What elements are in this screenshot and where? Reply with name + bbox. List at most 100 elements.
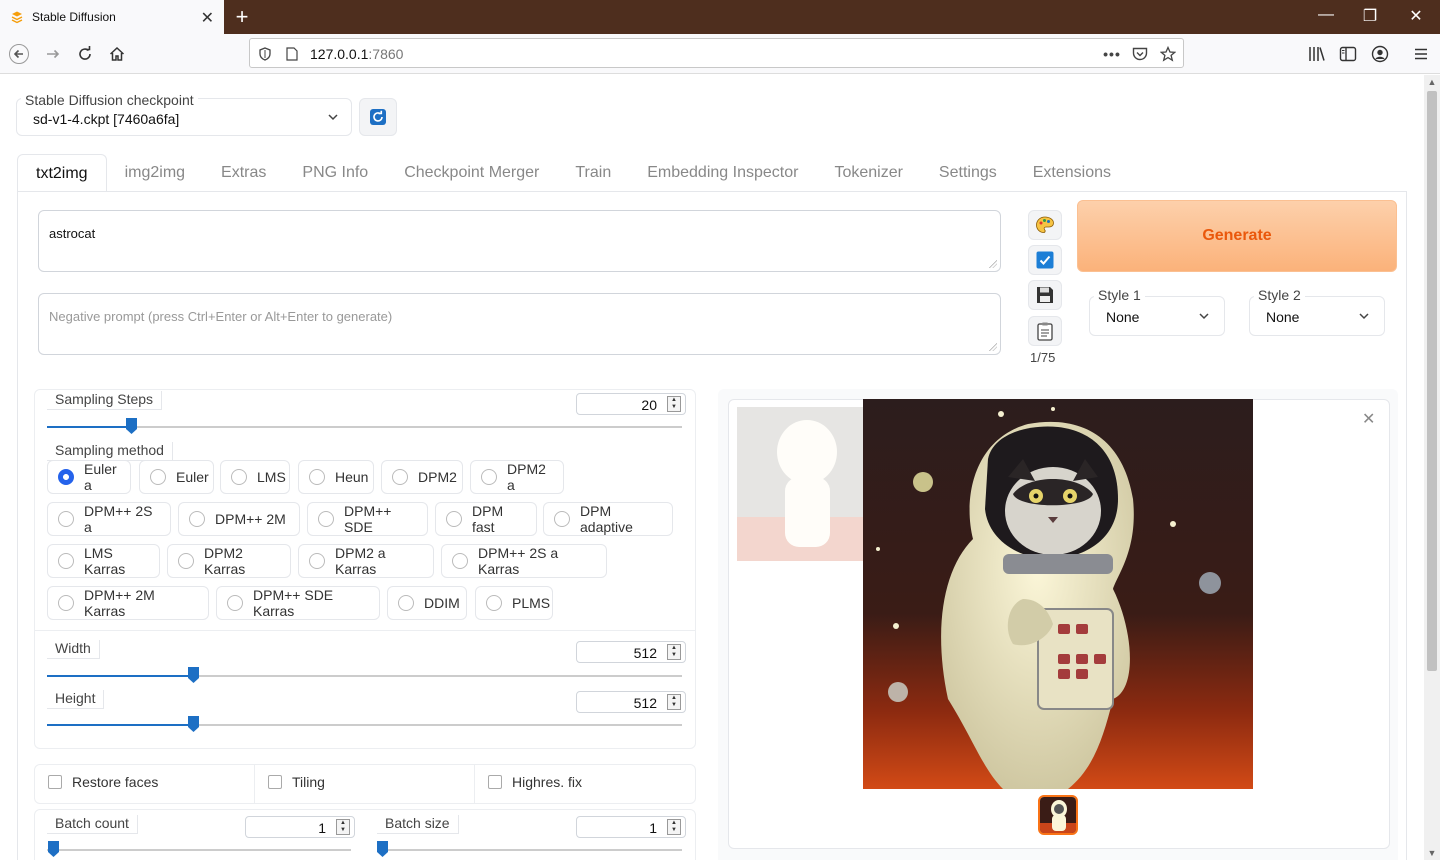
radio-dpmpp-sde-karras[interactable]: DPM++ SDE Karras (216, 586, 380, 620)
tiling-checkbox[interactable]: Tiling (268, 774, 325, 790)
tab-extensions[interactable]: Extensions (1015, 154, 1129, 192)
prompt-input[interactable]: astrocat (38, 210, 1001, 272)
tab-panel-border-right (1406, 191, 1407, 860)
scrollbar-thumb[interactable] (1427, 91, 1437, 671)
apply-style-button[interactable] (1028, 316, 1062, 346)
tab-txt2img[interactable]: txt2img (17, 154, 107, 192)
width-input[interactable]: 512 ▲ ▼ (576, 641, 686, 663)
generated-image[interactable] (863, 399, 1253, 789)
tab-png-info[interactable]: PNG Info (284, 154, 386, 192)
spinner-icon[interactable]: ▲ ▼ (667, 396, 681, 412)
resize-grip-icon[interactable] (989, 260, 997, 268)
save-style-button[interactable] (1028, 280, 1062, 310)
vertical-scrollbar[interactable]: ▲ ▼ (1424, 75, 1440, 860)
radio-plms[interactable]: PLMS (475, 586, 553, 620)
radio-ddim[interactable]: DDIM (387, 586, 467, 620)
back-icon[interactable] (6, 41, 32, 67)
tab-train[interactable]: Train (557, 154, 629, 192)
radio-label: DPM++ 2S a (84, 503, 153, 535)
browser-tab[interactable]: Stable Diffusion ✕ (0, 0, 224, 34)
spinner-icon[interactable]: ▲ ▼ (667, 694, 681, 710)
sampling-steps-input[interactable]: 20 ▲ ▼ (576, 393, 686, 415)
radio-dpm2-a-karras[interactable]: DPM2 a Karras (298, 544, 434, 578)
height-slider-handle[interactable] (188, 716, 199, 732)
address-bar[interactable]: 127.0.0.1:7860 ••• (249, 38, 1184, 68)
read-params-button[interactable] (1028, 245, 1062, 275)
radio-dpmpp-2s-a-karras[interactable]: DPM++ 2S a Karras (441, 544, 607, 578)
negative-prompt-input[interactable]: Negative prompt (press Ctrl+Enter or Alt… (38, 293, 1001, 355)
highres-fix-checkbox[interactable]: Highres. fix (488, 774, 582, 790)
radio-label: LMS (257, 469, 286, 485)
interrogate-button[interactable] (1028, 210, 1062, 240)
close-tab-icon[interactable]: ✕ (201, 8, 214, 28)
tab-settings[interactable]: Settings (921, 154, 1015, 192)
radio-lms-karras[interactable]: LMS Karras (47, 544, 160, 578)
home-icon[interactable] (104, 41, 130, 67)
bookmark-star-icon[interactable] (1158, 44, 1178, 64)
style2-dropdown[interactable]: Style 2 None (1249, 287, 1385, 336)
webui-page: Stable Diffusion checkpoint sd-v1-4.ckpt… (0, 75, 1424, 860)
restore-faces-checkbox[interactable]: Restore faces (48, 774, 158, 790)
tab-embedding-inspector[interactable]: Embedding Inspector (629, 154, 816, 192)
selected-thumbnail[interactable] (1038, 795, 1078, 835)
radio-dpm-adaptive[interactable]: DPM adaptive (543, 502, 673, 536)
spinner-icon[interactable]: ▲ ▼ (667, 644, 681, 660)
sampling-steps-slider-handle[interactable] (126, 418, 137, 434)
tab-tokenizer[interactable]: Tokenizer (816, 154, 920, 192)
restore-icon[interactable]: ❐ (1350, 6, 1390, 26)
close-window-icon[interactable]: ✕ (1396, 6, 1436, 26)
radio-euler-a[interactable]: Euler a (47, 460, 131, 494)
batch-count-input[interactable]: 1 ▲ ▼ (245, 816, 355, 838)
height-track[interactable] (47, 724, 682, 726)
batch-count-slider-handle[interactable] (48, 841, 59, 857)
radio-label: DPM++ 2M Karras (84, 587, 155, 619)
spinner-icon[interactable]: ▲ ▼ (667, 819, 681, 835)
page-icon[interactable] (282, 44, 302, 64)
radio-euler[interactable]: Euler (139, 460, 214, 494)
account-icon[interactable] (1367, 41, 1393, 67)
resize-grip-icon[interactable] (989, 343, 997, 351)
tab-extras[interactable]: Extras (203, 154, 284, 192)
spinner-icon[interactable]: ▲ ▼ (336, 819, 350, 835)
batch-size-track[interactable] (377, 849, 682, 851)
radio-dpm2[interactable]: DPM2 (381, 460, 463, 494)
style1-dropdown[interactable]: Style 1 None (1089, 287, 1225, 336)
batch-size-slider-handle[interactable] (377, 841, 388, 857)
more-actions-icon[interactable]: ••• (1102, 44, 1122, 64)
radio-dpm-fast[interactable]: DPM fast (435, 502, 537, 536)
shield-icon[interactable] (255, 44, 275, 64)
width-slider-handle[interactable] (188, 667, 199, 683)
width-track[interactable] (47, 675, 682, 677)
url-text[interactable]: 127.0.0.1:7860 (310, 46, 403, 62)
scroll-down-icon[interactable]: ▼ (1424, 848, 1440, 858)
generate-button[interactable]: Generate (1077, 200, 1397, 272)
sidebar-icon[interactable] (1335, 41, 1361, 67)
checkbox-label: Tiling (292, 774, 325, 790)
pocket-icon[interactable] (1130, 44, 1150, 64)
menu-icon[interactable] (1408, 41, 1434, 67)
radio-lms[interactable]: LMS (220, 460, 290, 494)
tab-checkpoint-merger[interactable]: Checkpoint Merger (386, 154, 557, 192)
checkpoint-dropdown[interactable]: Stable Diffusion checkpoint sd-v1-4.ckpt… (16, 92, 352, 136)
previous-image-thumbnail[interactable] (737, 407, 863, 561)
sampling-steps-track[interactable] (47, 426, 682, 428)
radio-dpmpp-2s-a[interactable]: DPM++ 2S a (47, 502, 171, 536)
radio-dpm2-a[interactable]: DPM2 a (470, 460, 564, 494)
close-gallery-icon[interactable]: ✕ (1362, 409, 1375, 429)
scroll-up-icon[interactable]: ▲ (1424, 77, 1440, 87)
new-tab-icon[interactable]: + (230, 4, 254, 30)
radio-dpmpp-2m-karras[interactable]: DPM++ 2M Karras (47, 586, 209, 620)
radio-dpmpp-2m[interactable]: DPM++ 2M (178, 502, 300, 536)
library-icon[interactable] (1304, 41, 1330, 67)
batch-count-track[interactable] (47, 849, 351, 851)
forward-icon[interactable] (40, 41, 66, 67)
reload-icon[interactable] (72, 41, 98, 67)
radio-heun[interactable]: Heun (298, 460, 374, 494)
refresh-checkpoint-button[interactable] (359, 98, 397, 136)
minimize-icon[interactable]: — (1306, 6, 1346, 24)
radio-dpm2-karras[interactable]: DPM2 Karras (167, 544, 291, 578)
tab-img2img[interactable]: img2img (107, 154, 203, 192)
radio-dpmpp-sde[interactable]: DPM++ SDE (307, 502, 428, 536)
batch-size-input[interactable]: 1 ▲ ▼ (576, 816, 686, 838)
height-input[interactable]: 512 ▲ ▼ (576, 691, 686, 713)
